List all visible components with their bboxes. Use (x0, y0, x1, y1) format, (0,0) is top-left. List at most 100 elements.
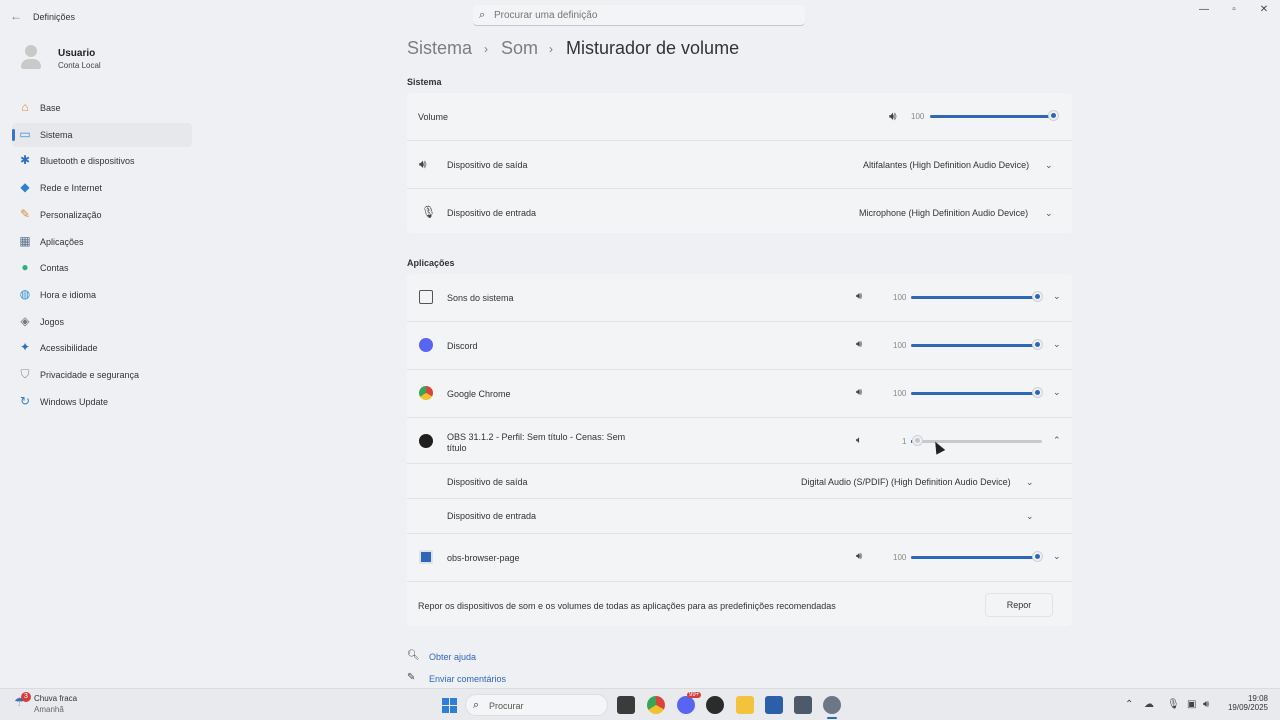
app-volume-slider[interactable] (911, 440, 1042, 443)
user-avatar-icon[interactable] (20, 45, 42, 70)
app-volume-thumb[interactable] (1033, 292, 1042, 301)
weather-badge: 3 (21, 692, 31, 702)
app-name: Google Chrome (447, 389, 511, 399)
system-icon: ▭ (19, 126, 31, 141)
sidebar-item-label: Jogos (40, 316, 65, 327)
apps-icon: ▦ (19, 233, 31, 248)
accessibility-icon: ✦ (19, 340, 31, 355)
settings-search-input[interactable] (494, 8, 794, 23)
window-icon (419, 550, 433, 564)
app-volume-thumb[interactable] (1033, 388, 1042, 397)
send-feedback-link[interactable]: Enviar comentários (429, 674, 506, 684)
weather-title[interactable]: Chuva fraca (34, 694, 77, 703)
breadcrumb-som[interactable]: Som (501, 38, 538, 59)
chevron-down-icon[interactable]: ⌄ (1053, 339, 1061, 350)
close-icon[interactable]: ✕ (1254, 4, 1274, 18)
sidebar-item-label: Aplicações (40, 236, 84, 247)
chevron-down-icon[interactable]: ⌄ (1053, 551, 1061, 562)
calculator-icon[interactable] (794, 696, 812, 714)
speaker-icon[interactable]: 🔊︎ (889, 109, 897, 124)
sidebar-item-personaliza-o[interactable]: ✎ Personalização (12, 203, 192, 227)
obs-taskbar-icon[interactable] (706, 696, 724, 714)
discord-badge: 99+ (687, 692, 702, 698)
app-volume-thumb[interactable] (913, 436, 922, 445)
speaker-icon[interactable]: 🔊︎ (856, 339, 862, 350)
speaker-icon[interactable]: 🔊︎ (856, 551, 862, 562)
settings-gear-icon[interactable] (823, 696, 841, 714)
app-volume-value: 1 (902, 437, 907, 446)
discord-taskbar-icon[interactable] (677, 696, 695, 714)
microphone-tray-icon[interactable]: 🎙︎ (1167, 699, 1180, 710)
sidebar-item-acessibilidade[interactable]: ✦ Acessibilidade (12, 336, 192, 360)
divider (407, 533, 1072, 534)
chevron-down-icon[interactable]: ⌄ (1026, 511, 1034, 522)
app-volume-slider[interactable] (911, 392, 1042, 395)
taskbar-search[interactable]: ⌕ Procurar (465, 694, 608, 716)
app-volume-thumb[interactable] (1033, 340, 1042, 349)
reset-button[interactable]: Repor (985, 593, 1053, 617)
start-windows-icon[interactable] (440, 696, 458, 714)
slider-fill (911, 344, 1042, 347)
breadcrumb-separator-icon: › (484, 42, 488, 56)
sidebar-item-sistema[interactable]: ▭ Sistema (12, 122, 192, 147)
tray-overflow-chevron-icon[interactable]: ⌃ (1125, 699, 1133, 710)
bluetooth-icon: ✱ (19, 153, 31, 168)
obs-input-device-label: Dispositivo de entrada (447, 511, 537, 521)
output-device-dropdown[interactable]: Altifalantes (High Definition Audio Devi… (863, 160, 1029, 170)
chevron-down-icon[interactable]: ⌄ (1026, 477, 1034, 488)
task-view-icon[interactable] (617, 696, 635, 714)
divider (407, 417, 1072, 418)
store-icon[interactable] (765, 696, 783, 714)
sidebar-item-privacidade-e-seguran-a[interactable]: ⛉ Privacidade e segurança (12, 363, 192, 387)
sidebar-item-aplica-es[interactable]: ▦ Aplicações (12, 230, 192, 254)
app-volume-slider[interactable] (911, 556, 1042, 559)
file-explorer-icon[interactable] (736, 696, 754, 714)
chrome-taskbar-icon[interactable] (647, 696, 665, 714)
sidebar-item-bluetooth-e-dispositivos[interactable]: ✱ Bluetooth e dispositivos (12, 149, 192, 173)
output-device-label: Dispositivo de saída (447, 160, 528, 170)
speaker-icon[interactable]: 🔊︎ (856, 291, 862, 302)
volume-tray-icon[interactable]: 🔊︎ (1203, 699, 1209, 710)
sidebar-item-base[interactable]: ⌂ Base (12, 96, 192, 120)
app-volume-value: 100 (893, 341, 907, 350)
sidebar-item-contas[interactable]: ● Contas (12, 256, 192, 280)
maximize-icon[interactable]: ▫ (1224, 4, 1244, 18)
slider-fill (911, 556, 1042, 559)
speaker-icon[interactable]: 🔊︎ (856, 387, 862, 398)
onedrive-icon[interactable]: ☁ (1144, 699, 1154, 710)
get-help-link[interactable]: Obter ajuda (429, 652, 476, 662)
chevron-down-icon[interactable]: ⌄ (1053, 387, 1061, 398)
speaker-icon[interactable]: 🔈︎ (856, 435, 862, 446)
back-arrow-icon[interactable]: ← (10, 9, 22, 23)
sidebar-item-label: Sistema (40, 129, 73, 140)
update-icon: ↻ (19, 393, 31, 408)
input-device-dropdown[interactable]: Microphone (High Definition Audio Device… (859, 208, 1028, 218)
chevron-up-icon[interactable]: ⌃ (1053, 435, 1061, 446)
settings-search-box[interactable]: ⌕ (473, 5, 805, 26)
obs-output-device-dropdown[interactable]: Digital Audio (S/PDIF) (High Definition … (801, 477, 1011, 487)
app-volume-slider[interactable] (911, 344, 1042, 347)
master-volume-slider[interactable] (930, 115, 1056, 118)
chevron-down-icon[interactable]: ⌄ (1045, 208, 1053, 219)
chevron-down-icon[interactable]: ⌄ (1045, 160, 1053, 171)
app-title: Definições (33, 12, 76, 22)
slider-fill (930, 115, 1056, 118)
app-volume-value: 100 (893, 293, 907, 302)
app-volume-thumb[interactable] (1033, 552, 1042, 561)
master-volume-thumb[interactable] (1049, 111, 1058, 120)
sidebar-item-windows-update[interactable]: ↻ Windows Update (12, 390, 192, 414)
sidebar-item-label: Contas (40, 263, 69, 274)
sidebar-item-label: Base (40, 103, 61, 113)
taskbar-clock[interactable]: 19:08 19/09/2025 (1220, 694, 1268, 712)
sidebar-item-rede-e-internet[interactable]: ◆ Rede e Internet (12, 176, 192, 200)
sidebar-item-jogos[interactable]: ◈ Jogos (12, 310, 192, 334)
breadcrumb-sistema[interactable]: Sistema (407, 38, 472, 59)
speaker-icon: 🔊︎ (419, 157, 427, 171)
sidebar-item-hora-e-idioma[interactable]: ◍ Hora e idioma (12, 283, 192, 307)
app-name: Sons do sistema (447, 293, 514, 303)
app-volume-slider[interactable] (911, 296, 1042, 299)
divider (407, 140, 1072, 141)
minimize-icon[interactable]: — (1194, 4, 1214, 18)
network-icon[interactable]: ▣ (1187, 699, 1196, 710)
chevron-down-icon[interactable]: ⌄ (1053, 291, 1061, 302)
